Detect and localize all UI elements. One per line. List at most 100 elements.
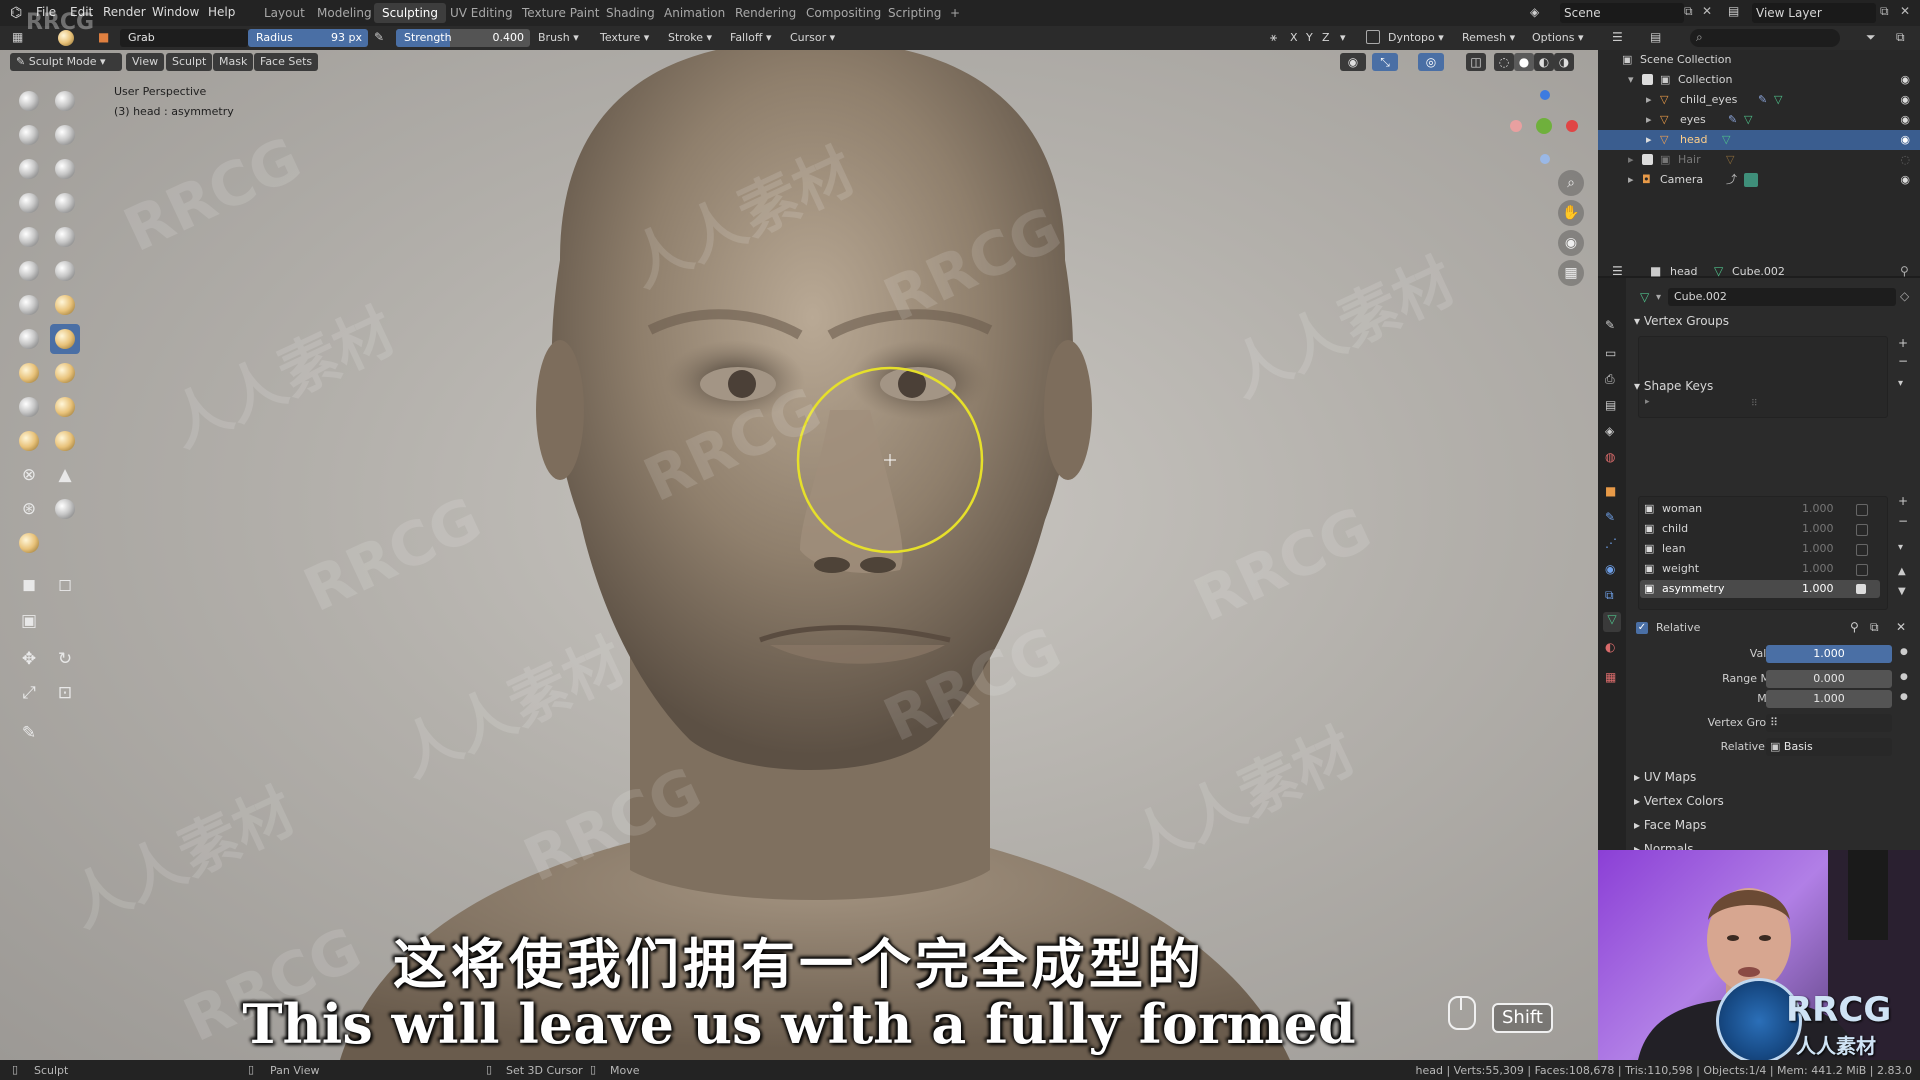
texture-dropdown[interactable]: Texture ▾ [600, 31, 649, 44]
outliner-item-child-eyes[interactable]: ▸ ▽ child_eyes ✎ ▽ ◉ [1598, 90, 1920, 110]
list-resize-grip-icon[interactable]: ⠿ [1751, 399, 1758, 409]
visibility-eye-icon[interactable]: ◉ [1900, 170, 1910, 190]
solid-shading-icon[interactable]: ● [1514, 53, 1534, 71]
keyframe-dot-icon[interactable]: ● [1900, 692, 1908, 702]
particles-tab-icon[interactable]: ⋰ [1605, 536, 1617, 550]
box-hide-icon[interactable]: ◻ [50, 570, 80, 600]
annotate-tool-icon[interactable]: ✎ [14, 718, 44, 748]
slide-relax-brush-icon[interactable]: ⊗ [14, 460, 44, 490]
physics-tab-icon[interactable]: ◉ [1605, 562, 1615, 576]
outliner-item-eyes[interactable]: ▸ ▽ eyes ✎ ▽ ◉ [1598, 110, 1920, 130]
expand-arrow-icon[interactable]: ▸ [1646, 130, 1652, 150]
shape-key-specials-icon[interactable]: ▾ [1898, 542, 1903, 553]
brush-name-field[interactable]: Grab [120, 29, 248, 47]
flatten-brush-icon[interactable] [14, 256, 44, 286]
menu-mask[interactable]: Mask [213, 53, 254, 71]
draw-sharp-brush-icon[interactable] [50, 86, 80, 116]
shape-key-row[interactable]: ▣ woman 1.000 [1640, 500, 1880, 518]
outliner-scene-collection[interactable]: ▣ Scene Collection [1598, 50, 1920, 70]
vertex-groups-panel-header[interactable]: ▾ Vertex Groups [1634, 314, 1729, 328]
properties-editor-icon[interactable]: ☰ [1612, 264, 1623, 278]
gizmo-neg-z-axis[interactable] [1540, 154, 1550, 164]
expand-arrow-icon[interactable]: ▾ [1628, 70, 1634, 90]
move-tool-icon[interactable]: ✥ [14, 644, 44, 674]
axis-x-toggle[interactable]: X [1290, 31, 1298, 44]
shape-key-row-active[interactable]: ▣ asymmetry 1.000 [1640, 580, 1880, 598]
max-field[interactable]: 1.000 [1766, 690, 1892, 708]
visibility-eye-icon[interactable]: ◌ [1900, 150, 1910, 170]
menu-help[interactable]: Help [208, 5, 235, 19]
menu-window[interactable]: Window [152, 5, 199, 19]
browse-mesh-icon[interactable]: ▾ [1656, 292, 1661, 303]
shape-key-mute-checkbox[interactable] [1856, 584, 1866, 594]
scene-tab-icon[interactable]: ◈ [1605, 424, 1614, 438]
draw-face-sets-brush-icon[interactable] [14, 528, 44, 558]
value-field[interactable]: 1.000 [1766, 645, 1892, 663]
mesh-name-field[interactable]: Cube.002 [1668, 288, 1896, 306]
scrape-brush-icon[interactable] [14, 290, 44, 320]
nudge-brush-icon[interactable] [14, 426, 44, 456]
add-vertex-group-button[interactable]: + [1898, 336, 1908, 350]
visibility-eye-icon[interactable]: ◉ [1900, 90, 1910, 110]
shape-key-edit-mode-icon[interactable]: ⧉ [1870, 620, 1879, 635]
falloff-dropdown[interactable]: Falloff ▾ [730, 31, 772, 44]
modifier-tab-icon[interactable]: ✎ [1605, 510, 1615, 524]
vertex-colors-panel-header[interactable]: ▸ Vertex Colors [1634, 794, 1724, 808]
editor-type-icon[interactable]: ▦ [12, 30, 23, 44]
strength-field[interactable]: Strength 0.400 [396, 29, 530, 47]
close-icon[interactable]: ✕ [1702, 4, 1712, 18]
outliner-editor-icon[interactable]: ☰ [1612, 30, 1623, 44]
pinch-brush-icon[interactable] [14, 324, 44, 354]
dyntopo-checkbox[interactable] [1366, 30, 1380, 44]
wireframe-shading-icon[interactable]: ◌ [1494, 53, 1514, 71]
pin-icon[interactable]: ⚲ [1900, 264, 1909, 278]
inflate-brush-icon[interactable] [14, 188, 44, 218]
menu-sculpt[interactable]: Sculpt [166, 53, 213, 71]
constraints-tab-icon[interactable]: ⧉ [1605, 588, 1614, 603]
collection-checkbox[interactable] [1642, 154, 1653, 165]
outliner-item-hair[interactable]: ▸ ▣ Hair ▽ ◌ [1598, 150, 1920, 170]
add-shape-key-button[interactable]: + [1898, 494, 1908, 508]
outliner-item-head[interactable]: ▸ ▽ head ▽ ◉ [1598, 130, 1920, 150]
tab-layout[interactable]: Layout [256, 3, 313, 23]
tab-animation[interactable]: Animation [656, 3, 733, 23]
snake-hook-brush-icon[interactable] [50, 358, 80, 388]
display-mode-icon[interactable]: ▤ [1650, 30, 1661, 44]
filter-icon[interactable]: ⏷ [1866, 30, 1876, 45]
symmetry-icon[interactable]: ⚹ [1270, 30, 1277, 45]
multiplane-scrape-brush-icon[interactable] [50, 290, 80, 320]
texture-tab-icon[interactable]: ▦ [1605, 670, 1616, 684]
grab-brush-icon[interactable] [50, 324, 80, 354]
brush-dropdown[interactable]: Brush ▾ [538, 31, 579, 44]
shape-key-mute-checkbox[interactable] [1856, 544, 1868, 556]
material-tab-icon[interactable]: ◐ [1605, 640, 1615, 654]
range-min-field[interactable]: 0.000 [1766, 670, 1892, 688]
pressure-icon[interactable]: ✎ [374, 30, 384, 44]
tab-rendering[interactable]: Rendering [727, 3, 804, 23]
axis-dropdown-icon[interactable]: ▾ [1340, 31, 1346, 44]
stroke-dropdown[interactable]: Stroke ▾ [668, 31, 712, 44]
blender-logo-icon[interactable]: ⌬ [10, 5, 22, 21]
expand-arrow-icon[interactable]: ▸ [1628, 170, 1634, 190]
cloth-brush-icon[interactable]: ▲ [50, 460, 80, 490]
axis-z-toggle[interactable]: Z [1322, 31, 1330, 44]
dyntopo-dropdown[interactable]: Dyntopo ▾ [1388, 31, 1444, 44]
3d-viewport[interactable]: User Perspective (3) head : asymmetry ⌕ … [0, 50, 1598, 1060]
draw-brush-icon[interactable] [14, 86, 44, 116]
fake-user-shield-icon[interactable]: ◇ [1900, 289, 1909, 303]
radius-field[interactable]: Radius 93 px [248, 29, 368, 47]
tool-tab-icon[interactable]: ✎ [1605, 318, 1615, 332]
scene-selector[interactable]: Scene [1560, 3, 1684, 23]
menu-face-sets[interactable]: Face Sets [254, 53, 319, 71]
add-workspace-button[interactable]: + [942, 3, 968, 23]
scale-tool-icon[interactable]: ⤢ [14, 678, 44, 708]
gizmo-z-axis[interactable] [1540, 90, 1550, 100]
mode-selector[interactable]: ✎ Sculpt Mode ▾ [10, 53, 122, 71]
rotate-brush-icon[interactable] [50, 426, 80, 456]
tab-texture-paint[interactable]: Texture Paint [514, 3, 607, 23]
keyframe-dot-icon[interactable]: ● [1900, 647, 1908, 657]
normals-panel-header[interactable]: ▸ Normals [1634, 842, 1694, 850]
shape-key-row[interactable]: ▣ child 1.000 [1640, 520, 1880, 538]
mesh-data-tab-icon[interactable]: ▽ [1603, 612, 1621, 632]
new-collection-icon[interactable]: ⧉ [1896, 30, 1905, 45]
